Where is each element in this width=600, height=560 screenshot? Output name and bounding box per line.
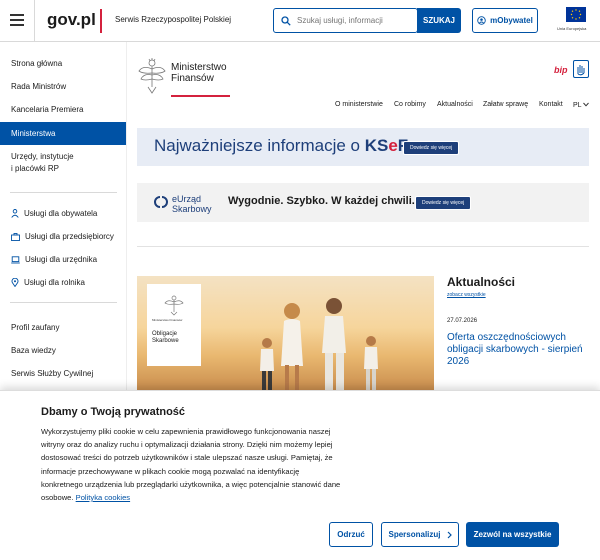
top-bar: gov.pl Serwis Rzeczypospolitej Polskiej …: [0, 0, 600, 42]
search-button[interactable]: SZUKAJ: [417, 8, 461, 33]
nav-news[interactable]: Aktualności: [437, 101, 473, 108]
sidebar-item-chancellery[interactable]: Kancelaria Premiera: [0, 104, 126, 116]
govpl-logo[interactable]: gov.pl: [47, 10, 96, 30]
nav-what-we-do[interactable]: Co robimy: [394, 101, 426, 108]
sidebar-link-knowledge-base[interactable]: Baza wiedzy: [0, 345, 126, 357]
ksef-e: e: [388, 136, 398, 155]
ksef-banner-lead: Najważniejsze informacje o: [154, 136, 365, 155]
briefcase-icon: [11, 232, 20, 241]
obligacje-card-title: Obligacje Skarbowe: [152, 331, 179, 345]
eurzad-logo-line1: eUrząd: [172, 194, 202, 204]
chevron-right-icon: [447, 531, 452, 538]
obligacje-card: Ministerstwo Finansów Obligacje Skarbowe: [147, 284, 201, 366]
mobywatel-icon: [477, 16, 486, 25]
obligacje-card-ministry: Ministerstwo Finansów: [152, 318, 183, 322]
sidebar-service-label: Usługi dla obywatela: [24, 209, 98, 218]
cookie-body: Wykorzystujemy pliki cookie w celu zapew…: [41, 425, 341, 504]
search-input[interactable]: [297, 16, 407, 25]
hamburger-menu-icon[interactable]: [10, 14, 24, 26]
search-box[interactable]: [273, 8, 418, 33]
sidebar-divider: [10, 192, 117, 193]
ministry-name-line1: Ministerstwo: [171, 62, 227, 73]
nav-services[interactable]: Załatw sprawę: [483, 101, 528, 108]
sidebar-item-offices[interactable]: Urzędy, instytucje i placówki RP: [0, 151, 126, 175]
ksef-banner-text: Najważniejsze informacje o KSeF: [154, 136, 408, 156]
sidebar-item-offices-line1: Urzędy, instytucje: [11, 152, 74, 161]
see-all-news-link[interactable]: zobacz wszystkie: [447, 292, 486, 298]
obligacje-card-title-line2: Skarbowe: [152, 338, 179, 344]
eurzad-banner[interactable]: eUrząd Skarbowy Wygodnie. Szybko. W każd…: [137, 183, 589, 222]
personalize-cookies-button[interactable]: Spersonalizuj: [381, 522, 459, 547]
reject-cookies-button[interactable]: Odrzuć: [329, 522, 373, 547]
ministry-red-underline: [171, 95, 230, 97]
accept-all-cookies-button[interactable]: Zezwól na wszystkie: [466, 522, 559, 547]
cookie-title: Dbamy o Twoją prywatność: [41, 406, 186, 418]
logo-red-bar: [100, 9, 102, 33]
bip-link[interactable]: bip: [554, 65, 568, 75]
person-icon: [11, 209, 19, 218]
eurzad-logo-icon: [154, 196, 168, 208]
chevron-down-icon: [583, 102, 590, 107]
divider: [34, 0, 35, 42]
cookie-body-text: Wykorzystujemy pliki cookie w celu zapew…: [41, 427, 341, 503]
language-select[interactable]: PL: [573, 102, 590, 109]
mobywatel-label: mObywatel: [490, 16, 533, 25]
ksef-k: KS: [364, 136, 389, 155]
sidebar-link-civil-service[interactable]: Serwis Służby Cywilnej: [0, 368, 126, 380]
laptop-icon: [11, 255, 20, 263]
ministry-name[interactable]: Ministerstwo Finansów: [171, 62, 227, 84]
eurzad-slogan: Wygodnie. Szybko. W każdej chwili.: [228, 195, 415, 207]
cookie-policy-link[interactable]: Polityka cookies: [76, 493, 130, 502]
pin-icon: [11, 278, 19, 287]
ministry-name-line2: Finansów: [171, 73, 214, 84]
obligacje-card-title-line1: Obligacje: [152, 331, 178, 337]
cookie-consent-panel: Dbamy o Twoją prywatność Wykorzystujemy …: [0, 390, 600, 560]
sidebar-item-official-services[interactable]: Usługi dla urzędnika: [11, 255, 97, 264]
sidebar-item-ministries[interactable]: Ministerstwa: [0, 122, 126, 145]
eu-label: Unia Europejska: [557, 26, 587, 31]
eurzad-logo-line2: Skarbowy: [172, 204, 212, 214]
eagle-emblem-icon: [138, 58, 166, 94]
section-divider: [137, 246, 589, 247]
sidebar-service-label: Usługi dla rolnika: [24, 278, 85, 287]
sidebar-item-offices-line2: i placówki RP: [11, 164, 60, 173]
sidebar-link-trusted-profile[interactable]: Profil zaufany: [0, 322, 126, 334]
sidebar-service-label: Usługi dla urzędnika: [25, 255, 98, 264]
mobywatel-button[interactable]: mObywatel: [472, 8, 538, 33]
sign-language-icon[interactable]: [573, 60, 589, 78]
news-section-title: Aktualności: [447, 275, 516, 289]
service-name: Serwis Rzeczypospolitej Polskiej: [115, 15, 232, 24]
ksef-more-button[interactable]: Dowiedz się więcej: [403, 141, 460, 155]
eu-flag-icon: [566, 7, 586, 22]
news-image[interactable]: Ministerstwo Finansów Obligacje Skarbowe: [137, 276, 434, 390]
personalize-label: Spersonalizuj: [388, 530, 441, 539]
eurzad-more-button[interactable]: Dowiedz się więcej: [415, 196, 472, 210]
nav-about[interactable]: O ministerstwie: [335, 101, 383, 108]
eagle-small-icon: [164, 295, 184, 316]
sidebar-item-citizen-services[interactable]: Usługi dla obywatela: [11, 209, 97, 218]
sidebar-service-label: Usługi dla przedsiębiorcy: [25, 232, 114, 241]
sidebar-item-council[interactable]: Rada Ministrów: [0, 81, 126, 93]
sidebar-item-business-services[interactable]: Usługi dla przedsiębiorcy: [11, 232, 114, 241]
sidebar-item-home[interactable]: Strona główna: [0, 58, 126, 70]
news-date: 27.07.2026: [447, 318, 478, 324]
language-value: PL: [573, 102, 582, 109]
sidebar-divider: [10, 302, 117, 303]
search-icon: [281, 15, 291, 26]
nav-contact[interactable]: Kontakt: [539, 101, 563, 108]
eurzad-logo-text: eUrząd Skarbowy: [172, 194, 212, 214]
news-headline-link[interactable]: Oferta oszczędnościowych obligacji skarb…: [447, 332, 592, 368]
family-silhouettes: [260, 298, 378, 390]
ksef-banner[interactable]: Najważniejsze informacje o KSeF Dowiedz …: [137, 128, 589, 166]
sidebar-item-farmer-services[interactable]: Usługi dla rolnika: [11, 278, 85, 287]
